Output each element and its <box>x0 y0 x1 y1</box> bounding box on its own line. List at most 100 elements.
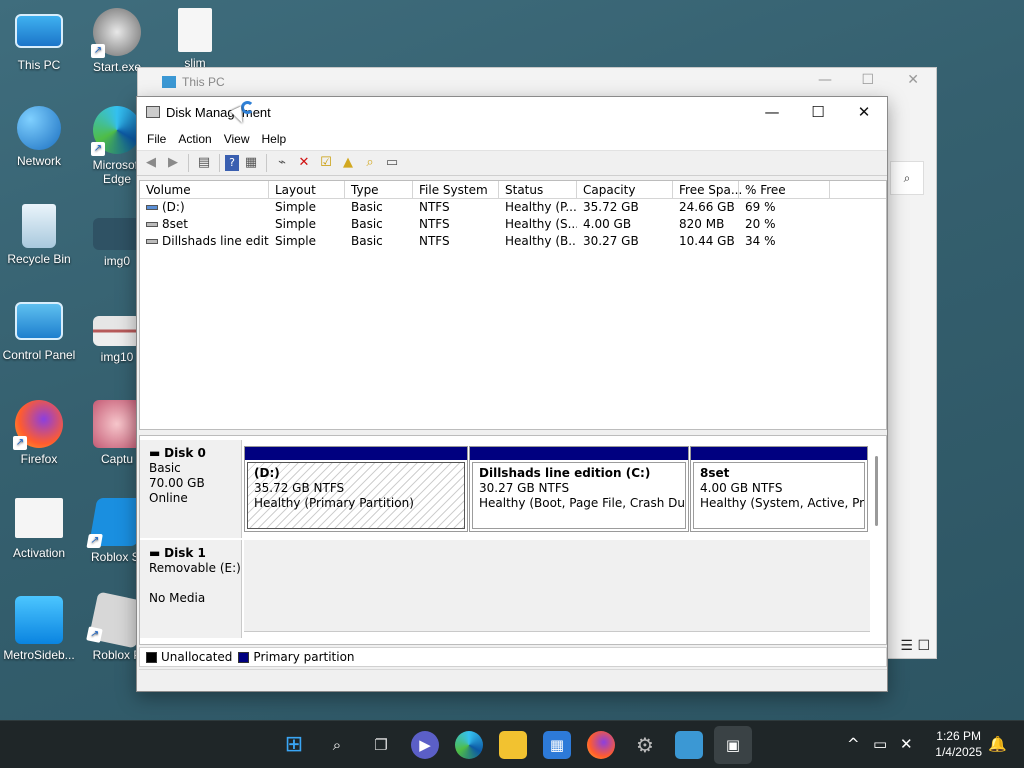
chat-icon[interactable]: ▶ <box>411 731 439 759</box>
minimize-button[interactable]: — <box>749 97 795 127</box>
network-icon[interactable]: ▭ <box>873 735 887 753</box>
table-row[interactable]: Dillshads line editi... Simple Basic NTF… <box>140 233 886 250</box>
menu-file[interactable]: File <box>141 132 172 146</box>
cell-status: Healthy (S... <box>505 217 577 231</box>
column-status[interactable]: Status <box>499 181 577 198</box>
status-bar <box>139 669 887 689</box>
desktop-icon-start-exe[interactable]: ↗ Start.exe <box>75 8 159 74</box>
back-arrow-icon[interactable]: ◀ <box>141 153 161 173</box>
column-type[interactable]: Type <box>345 181 413 198</box>
list-view-icon[interactable]: ▭ <box>382 153 402 173</box>
desktop-icon-activation[interactable]: Activation <box>0 498 81 560</box>
column-layout[interactable]: Layout <box>269 181 345 198</box>
desktop-icon-slim[interactable]: slim <box>153 8 237 70</box>
desktop-icon-recycle-bin[interactable]: Recycle Bin <box>0 204 81 266</box>
column-volume[interactable]: Volume <box>140 181 269 198</box>
disk-type: Basic <box>149 461 181 475</box>
task-view-icon[interactable]: ❐ <box>367 731 395 759</box>
desktop-icon-this-pc[interactable]: This PC <box>0 10 81 72</box>
cell-percent-free: 20 % <box>745 217 776 231</box>
notification-bell-icon[interactable]: 🔔 <box>988 735 1007 753</box>
partition-size: 30.27 GB NTFS <box>479 481 570 495</box>
cell-file-system: NTFS <box>419 234 450 248</box>
image-icon <box>93 316 141 346</box>
control-panel-icon[interactable] <box>675 731 703 759</box>
drive-icon <box>146 222 158 227</box>
minimize-button[interactable]: — <box>818 72 832 88</box>
shortcut-arrow-icon: ↗ <box>86 626 103 643</box>
menu-help[interactable]: Help <box>256 132 293 146</box>
disk-graphical-view[interactable]: ▬ Disk 0 Basic 70.00 GB Online (D:) 35.7… <box>139 435 887 645</box>
partition-name: (D:) <box>254 466 280 480</box>
cell-free-space: 24.66 GB <box>679 200 735 214</box>
checklist-icon[interactable]: ☑ <box>316 153 336 173</box>
help-icon[interactable]: ? <box>225 155 239 171</box>
disk-management-window[interactable]: Disk Management — ☐ ✕ File Action View H… <box>136 96 888 692</box>
clock[interactable]: 1:26 PM 1/4/2025 <box>935 728 982 760</box>
close-button[interactable]: ✕ <box>907 72 919 88</box>
column-file-system[interactable]: File System <box>413 181 499 198</box>
console-tree-icon[interactable]: ▤ <box>194 153 214 173</box>
drive-icon <box>146 239 158 244</box>
disk-0-label[interactable]: ▬ Disk 0 Basic 70.00 GB Online <box>140 440 242 538</box>
partition-size: 35.72 GB NTFS <box>254 481 345 495</box>
forward-arrow-icon[interactable]: ▶ <box>163 153 183 173</box>
folder-up-icon[interactable]: ▲ <box>338 153 358 173</box>
table-row[interactable]: 8set Simple Basic NTFS Healthy (S... 4.0… <box>140 216 886 233</box>
close-button[interactable]: ✕ <box>841 97 887 127</box>
volume-muted-icon[interactable]: ✕ <box>900 735 913 753</box>
partition-8set[interactable]: 8set 4.00 GB NTFS Healthy (System, Activ… <box>690 446 868 532</box>
cell-capacity: 4.00 GB <box>583 217 632 231</box>
chevron-up-icon[interactable]: ^ <box>847 735 860 753</box>
cell-status: Healthy (B... <box>505 234 577 248</box>
image-icon <box>93 400 141 448</box>
menu-view[interactable]: View <box>218 132 256 146</box>
disk-1-label[interactable]: ▬ Disk 1 Removable (E:) No Media <box>140 540 242 638</box>
legend-swatch-primary <box>238 651 250 663</box>
desktop-icon-metrosidebar[interactable]: MetroSideb... <box>0 596 81 662</box>
firefox-icon[interactable] <box>587 731 615 759</box>
disk-icon: ▬ <box>149 446 165 460</box>
toolbar: ◀ ▶ ▤ ? ▦ ⌁ ✕ ☑ ▲ ⌕ ▭ <box>137 150 887 176</box>
column-free-space[interactable]: Free Spa... <box>673 181 742 198</box>
column-capacity[interactable]: Capacity <box>577 181 673 198</box>
vertical-scrollbar[interactable] <box>875 456 878 526</box>
column-percent-free[interactable]: % Free <box>739 181 830 198</box>
monitor-icon <box>162 76 176 88</box>
legend: Unallocated Primary partition <box>139 647 887 667</box>
start-button[interactable]: ⊞ <box>280 731 308 759</box>
delete-icon[interactable]: ✕ <box>294 153 314 173</box>
this-pc-titlebar[interactable]: This PC <box>138 68 936 96</box>
network-icon <box>17 106 61 150</box>
disk-management-taskbar-icon[interactable]: ▣ <box>714 726 752 764</box>
connect-icon[interactable]: ⌁ <box>272 153 292 173</box>
partition-d[interactable]: (D:) 35.72 GB NTFS Healthy (Primary Part… <box>244 446 468 532</box>
tiles-view-icon[interactable]: ☐ <box>917 638 930 654</box>
partition-c[interactable]: Dillshads line edition (C:) 30.27 GB NTF… <box>469 446 689 532</box>
settings-gear-icon[interactable]: ⚙ <box>631 731 659 759</box>
desktop-icon-control-panel[interactable]: Control Panel <box>0 302 81 362</box>
properties-view-icon[interactable]: ▦ <box>241 153 261 173</box>
maximize-button[interactable]: ☐ <box>795 97 841 127</box>
partition-body: 8set 4.00 GB NTFS Healthy (System, Activ… <box>693 462 865 529</box>
file-explorer-icon[interactable] <box>499 731 527 759</box>
view-toggle-buttons[interactable]: ☰ ☐ <box>900 638 930 654</box>
desktop-icon-network[interactable]: Network <box>0 106 81 168</box>
table-row[interactable]: (D:) Simple Basic NTFS Healthy (P... 35.… <box>140 199 886 216</box>
cell-capacity: 35.72 GB <box>583 200 639 214</box>
search-icon[interactable]: ⌕ <box>323 731 351 759</box>
folder-search-icon[interactable]: ⌕ <box>360 153 380 173</box>
volume-name: 8set <box>162 217 188 231</box>
microsoft-store-icon[interactable]: ▦ <box>543 731 571 759</box>
search-icon[interactable]: ⌕ <box>890 161 924 195</box>
edge-icon[interactable] <box>455 731 483 759</box>
disk-1-area[interactable] <box>244 540 870 632</box>
details-view-icon[interactable]: ☰ <box>900 638 913 654</box>
volume-list[interactable]: Volume Layout Type File System Status Ca… <box>139 180 887 430</box>
control-panel-icon <box>15 302 63 340</box>
disk-icon: ▬ <box>149 546 165 560</box>
desktop-icon-firefox[interactable]: ↗ Firefox <box>0 400 81 466</box>
taskbar: ⊞ ⌕ ❐ ▶ ▦ ⚙ ▣ ^ ▭ ✕ 1:26 PM 1/4/2025 🔔 <box>0 720 1024 768</box>
menu-action[interactable]: Action <box>172 132 217 146</box>
maximize-button[interactable]: ☐ <box>861 72 874 88</box>
